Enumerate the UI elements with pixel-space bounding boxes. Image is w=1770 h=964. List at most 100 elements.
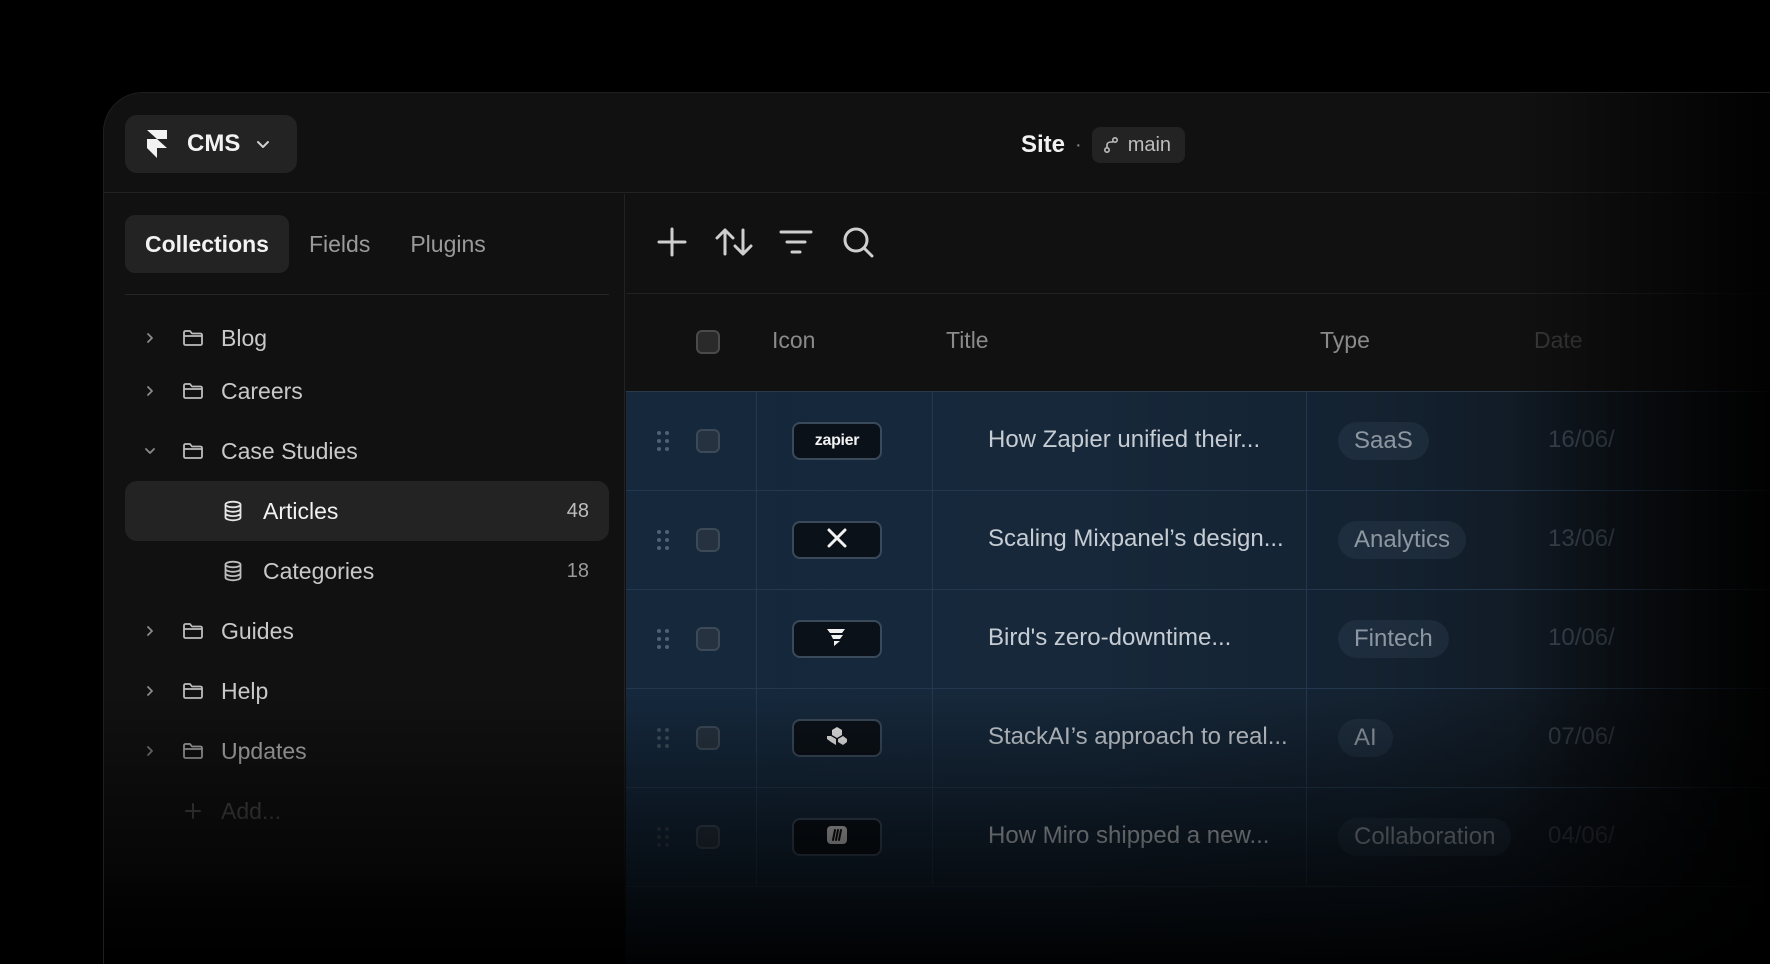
chevron-right-icon[interactable]	[142, 743, 158, 759]
row-checkbox[interactable]	[696, 825, 720, 849]
sidebar-tabs: Collections Fields Plugins	[125, 215, 506, 273]
select-all-checkbox[interactable]	[696, 330, 720, 354]
row-checkbox[interactable]	[696, 528, 720, 552]
tree-item-label: Guides	[221, 617, 294, 644]
chevron-right-icon[interactable]	[142, 683, 158, 699]
divider	[932, 392, 933, 491]
tab-plugins[interactable]: Plugins	[390, 215, 505, 273]
table-row[interactable]: zapier How Zapier unified their... SaaS …	[626, 392, 1770, 491]
bird-logo-icon	[825, 627, 849, 652]
divider	[1306, 392, 1307, 491]
table-row[interactable]: Scaling Mixpanel’s design... Analytics 1…	[626, 491, 1770, 590]
add-collection-button[interactable]: Add...	[125, 781, 609, 841]
drag-handle-icon[interactable]	[656, 826, 670, 848]
divider	[1306, 689, 1307, 788]
drag-handle-icon[interactable]	[656, 727, 670, 749]
divider	[1306, 491, 1307, 590]
add-item-button[interactable]	[652, 224, 692, 264]
divider	[1306, 590, 1307, 689]
table-body: zapier How Zapier unified their... SaaS …	[626, 392, 1770, 964]
chevron-down-icon	[254, 135, 272, 153]
folder-icon	[181, 439, 205, 463]
divider	[932, 491, 933, 590]
divider	[932, 689, 933, 788]
app-name: CMS	[187, 130, 241, 157]
sort-icon	[714, 225, 754, 264]
tree-item-guides[interactable]: Guides	[125, 601, 609, 661]
app-switcher-button[interactable]: CMS	[125, 115, 297, 173]
chevron-right-icon[interactable]	[142, 383, 158, 399]
row-title: Scaling Mixpanel’s design...	[988, 525, 1284, 552]
table-row[interactable]: How Miro shipped a new... Collaboration …	[626, 788, 1770, 887]
mixpanel-logo	[792, 521, 882, 559]
tree-item-blog[interactable]: Blog	[125, 308, 609, 368]
zapier-logo: zapier	[792, 422, 882, 460]
row-checkbox[interactable]	[696, 726, 720, 750]
divider	[1306, 788, 1307, 887]
column-header-date[interactable]: Date	[1534, 327, 1583, 354]
row-date: 10/06/	[1548, 624, 1615, 651]
chevron-down-icon[interactable]	[142, 443, 158, 459]
tree-item-label: Help	[221, 677, 269, 704]
column-header-icon[interactable]: Icon	[772, 327, 815, 354]
row-date: 07/06/	[1548, 723, 1615, 750]
chevron-right-icon[interactable]	[142, 623, 158, 639]
type-badge: SaaS	[1338, 422, 1429, 460]
main-panel: Icon Title Type Date zapier How Zapier u…	[626, 194, 1770, 964]
add-label: Add...	[221, 797, 282, 824]
tab-collections[interactable]: Collections	[125, 215, 289, 273]
search-icon	[841, 225, 875, 264]
branch-name: main	[1127, 133, 1172, 156]
stackai-logo	[792, 719, 882, 757]
divider	[125, 294, 609, 295]
sidebar: Collections Fields Plugins Blog Careers	[104, 194, 625, 964]
tree-item-label: Careers	[221, 377, 303, 404]
plus-icon	[181, 799, 205, 823]
tree-item-categories[interactable]: Categories 18	[125, 541, 609, 601]
column-header-type[interactable]: Type	[1320, 327, 1370, 354]
folder-icon	[181, 739, 205, 763]
row-date: 04/06/	[1548, 822, 1615, 849]
tree-item-careers[interactable]: Careers	[125, 361, 609, 421]
row-checkbox[interactable]	[696, 627, 720, 651]
mixpanel-logo-icon	[826, 528, 848, 553]
divider	[756, 392, 757, 491]
site-name: Site	[1021, 131, 1066, 158]
miro-logo	[792, 818, 882, 856]
row-title: How Zapier unified their...	[988, 426, 1261, 453]
toolbar	[626, 194, 1770, 294]
tree-item-help[interactable]: Help	[125, 661, 609, 721]
chevron-right-icon[interactable]	[142, 330, 158, 346]
collection-tree: Blog Careers Case Studies Articles 48 Ca…	[125, 304, 609, 841]
tree-item-articles[interactable]: Articles 48	[125, 481, 609, 541]
drag-handle-icon[interactable]	[656, 529, 670, 551]
tree-item-updates[interactable]: Updates	[125, 721, 609, 781]
divider	[756, 590, 757, 689]
sort-button[interactable]	[714, 224, 754, 264]
miro-logo-icon	[826, 825, 848, 850]
row-checkbox[interactable]	[696, 429, 720, 453]
drag-handle-icon[interactable]	[656, 430, 670, 452]
table-row[interactable]: StackAI’s approach to real... AI 07/06/	[626, 689, 1770, 788]
item-count: 18	[566, 559, 589, 582]
git-branch-icon	[1102, 136, 1120, 154]
tree-item-case-studies[interactable]: Case Studies	[125, 421, 609, 481]
branch-selector[interactable]: main	[1091, 127, 1186, 163]
drag-handle-icon[interactable]	[656, 628, 670, 650]
filter-icon	[778, 227, 814, 262]
tree-item-label: Blog	[221, 324, 268, 351]
divider	[756, 689, 757, 788]
table-row[interactable]: Bird's zero-downtime... Fintech 10/06/	[626, 590, 1770, 689]
separator: ·	[1075, 133, 1082, 156]
row-date: 13/06/	[1548, 525, 1615, 552]
site-info: Site · main	[1021, 127, 1186, 163]
table-header: Icon Title Type Date	[626, 295, 1770, 392]
framer-logo-icon	[145, 129, 169, 159]
plus-icon	[655, 225, 689, 264]
filter-button[interactable]	[776, 224, 816, 264]
search-button[interactable]	[838, 224, 878, 264]
divider	[756, 491, 757, 590]
tab-fields[interactable]: Fields	[289, 215, 390, 273]
tree-item-label: Categories	[263, 557, 375, 584]
column-header-title[interactable]: Title	[946, 327, 989, 354]
